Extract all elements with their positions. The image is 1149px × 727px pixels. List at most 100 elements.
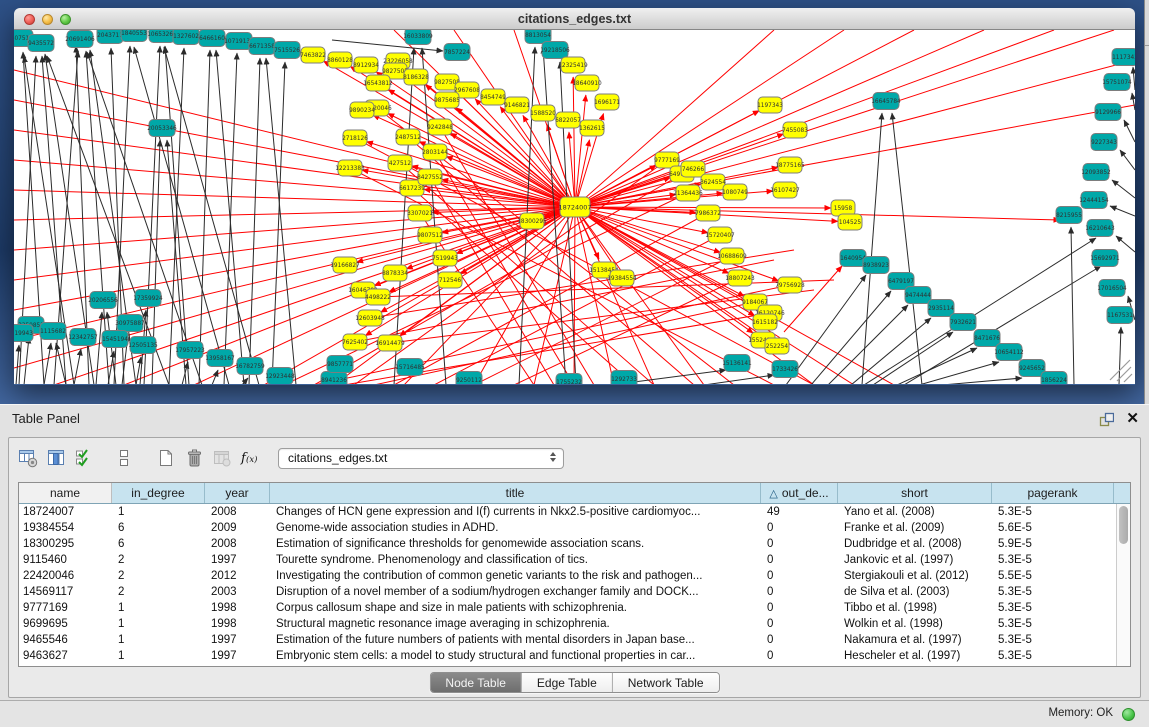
network-node[interactable]: 8471676 [974,330,1000,347]
network-node[interactable]: 2935114 [928,300,954,317]
network-node[interactable]: 17957223 [175,342,205,359]
network-node[interactable]: 18724007 [558,197,591,217]
network-node[interactable]: 9146821 [504,97,530,113]
network-node[interactable]: 15692971 [1090,250,1120,267]
function-builder-icon[interactable]: f(x) [238,447,261,469]
column-header-name[interactable]: name [19,483,112,503]
network-node[interactable]: 9227343 [1091,134,1117,151]
row-height-icon[interactable] [113,447,136,469]
network-node[interactable]: 19384554 [607,270,637,286]
network-node[interactable]: 9435572 [28,35,54,52]
column-header-pagerank[interactable]: pagerank [992,483,1114,503]
column-header-in_degree[interactable]: in_degree [112,483,205,503]
network-node[interactable]: 12213383 [335,160,365,176]
network-node[interactable]: 6671358 [249,38,275,55]
network-node[interactable]: 20691406 [65,31,95,48]
network-node[interactable]: 9875685 [434,92,460,108]
network-node[interactable]: 1755232 [556,374,582,385]
float-panel-icon[interactable] [1099,412,1114,427]
network-node[interactable]: 9129966 [1095,104,1121,121]
table-row[interactable]: 1456911722003Disruption of a novel membe… [19,584,1116,600]
network-node[interactable]: 10654112 [994,344,1024,361]
network-node[interactable]: 9242848 [427,119,453,135]
create-column-icon[interactable] [154,447,177,469]
network-node[interactable]: 2043711 [97,30,123,44]
network-node[interactable]: 1733426 [772,361,798,378]
network-node[interactable]: 8941236 [321,372,347,385]
network-node[interactable]: 8878334 [382,265,408,281]
table-row[interactable]: 946554611997Estimation of the future num… [19,632,1116,648]
network-node[interactable]: 746266 [681,161,705,177]
network-node[interactable]: 1696171 [594,94,620,110]
tab-node-table[interactable]: Node Table [430,673,521,692]
network-node[interactable]: 7932621 [950,314,976,331]
tab-network-table[interactable]: Network Table [612,673,719,692]
show-columns-icon[interactable] [44,447,67,469]
network-node[interactable]: 16543812 [363,75,393,91]
table-row[interactable]: 1938455462009Genome-wide association stu… [19,520,1116,536]
network-node[interactable]: 1856224 [1041,372,1067,385]
network-node[interactable]: 712546 [438,272,462,288]
network-node[interactable]: 13958167 [205,350,235,367]
network-node[interactable]: 7986372 [695,205,721,221]
select-columns-icon[interactable] [16,447,39,469]
network-node[interactable]: 10688609 [717,248,747,264]
network-node[interactable]: 17359924 [133,290,163,307]
table-row[interactable]: 977716911998Corpus callosum shape and si… [19,600,1116,616]
network-node[interactable]: 427512 [388,155,412,171]
network-node[interactable]: 2487512 [395,129,421,145]
network-node[interactable]: 252254 [765,338,789,354]
network-node[interactable]: 4498222 [365,289,391,305]
network-node[interactable]: 12444154 [1079,192,1109,209]
network-node[interactable]: 1292733 [611,371,637,385]
column-header-year[interactable]: year [205,483,270,503]
table-scrollbar[interactable] [1116,504,1130,666]
network-node[interactable]: 1080749 [722,184,748,200]
table-row[interactable]: 1830029562008Estimation of significance … [19,536,1116,552]
window-titlebar[interactable]: citations_edges.txt [14,8,1135,30]
network-node[interactable]: 7519943 [432,250,458,266]
network-node[interactable]: 1362615 [579,120,605,136]
network-node[interactable]: 9890234 [349,102,375,118]
network-node[interactable]: 12325419 [558,57,588,73]
network-node[interactable]: 8186328 [403,69,429,85]
network-node[interactable]: 30975887 [115,315,145,332]
network-table-select[interactable]: citations_edges.txt [278,448,564,469]
select-all-rows-icon[interactable] [72,447,95,469]
network-node[interactable]: 19218506 [540,42,570,59]
network-node[interactable]: 7857224 [444,44,470,61]
network-node[interactable]: 20206556 [88,292,118,309]
network-node[interactable]: 104525 [838,214,862,230]
network-node[interactable]: 1197343 [757,97,783,113]
network-node[interactable]: 3919943 [14,325,33,342]
network-node[interactable]: 9474444 [905,287,931,304]
network-node[interactable]: 18775165 [775,157,805,173]
network-node[interactable]: 12923448 [265,368,295,385]
network-node[interactable]: 1115682 [40,323,66,340]
network-node[interactable]: 12093852 [1081,164,1111,181]
network-node[interactable]: 8427552 [417,169,443,185]
network-node[interactable]: 16033809 [403,30,433,45]
network-node[interactable]: 1615182 [752,314,778,330]
network-node[interactable]: 1588520 [530,105,556,121]
table-row[interactable]: 946362711997Embryonic stem cells: a mode… [19,648,1116,664]
network-node[interactable]: 15751074 [1102,74,1132,91]
network-node[interactable]: 18640910 [572,75,602,91]
close-panel-icon[interactable]: ✕ [1126,410,1139,428]
delete-column-icon[interactable] [182,447,205,469]
column-header-title[interactable]: title [270,483,761,503]
network-node[interactable]: 17016504 [1097,280,1127,297]
network-node[interactable]: 20053346 [147,120,177,137]
network-node[interactable]: 79756928 [775,277,805,293]
network-node[interactable]: 12603948 [355,310,385,326]
network-node[interactable]: 7463822 [300,47,326,63]
network-node[interactable]: 18807243 [725,270,755,286]
network-node[interactable]: 16782759 [235,358,265,375]
column-header-short[interactable]: short [838,483,992,503]
network-node[interactable]: 8454749 [480,89,506,105]
network-view-window[interactable]: citations_edges.txt 84075129435572206914… [14,8,1135,385]
network-node[interactable]: 1840553 [121,30,147,42]
network-node[interactable]: 7625402 [342,334,368,350]
table-row[interactable]: 969969511998Structural magnetic resonanc… [19,616,1116,632]
network-node[interactable]: 16107427 [770,182,800,198]
